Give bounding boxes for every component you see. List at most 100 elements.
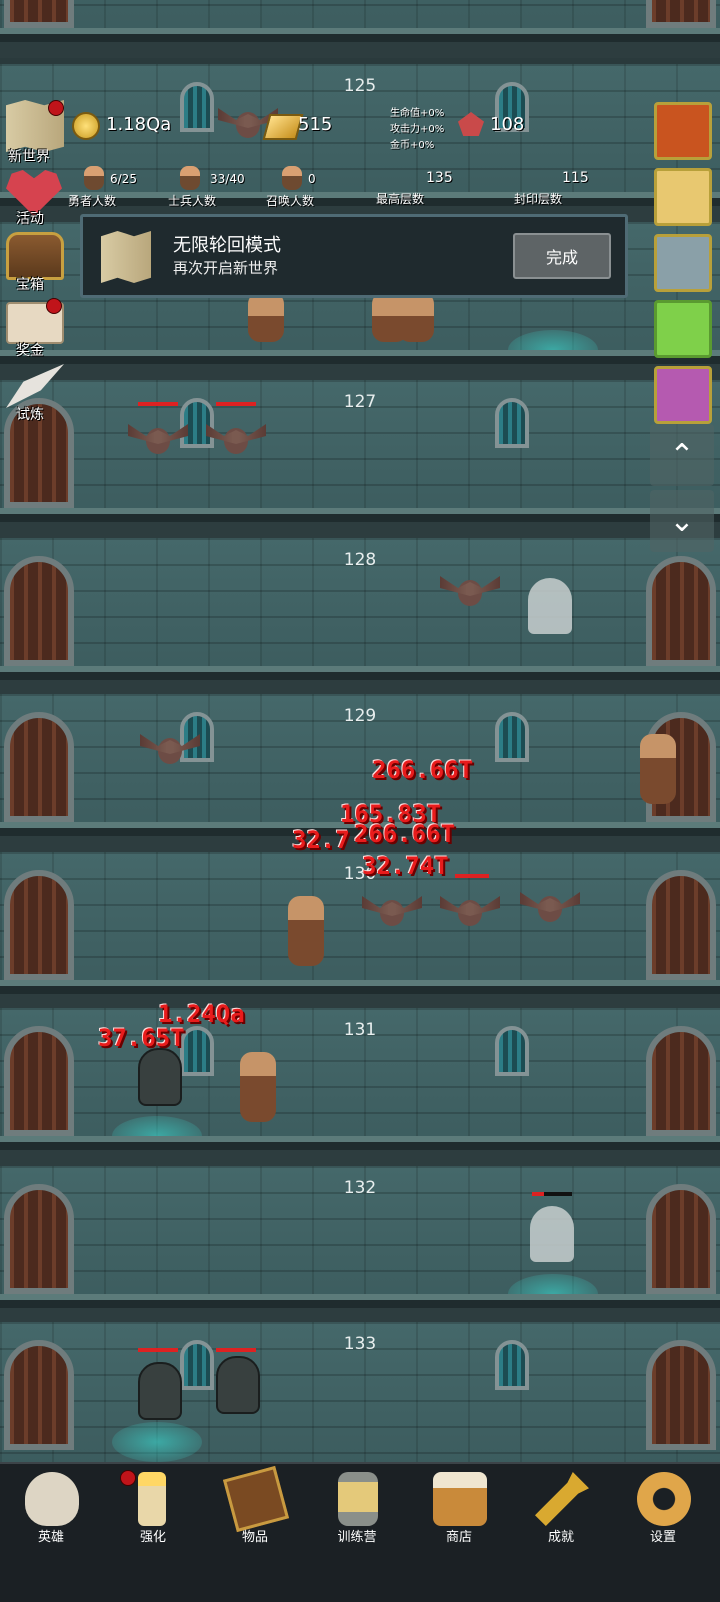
damage-number: 32.7: [292, 826, 350, 854]
slime-card[interactable]: [654, 300, 712, 358]
chevron-down-icon: ⌄: [669, 503, 695, 539]
bottom-nav: 英雄 强化 物品 训练营 商店 成就 设置: [0, 1462, 720, 1602]
tab-heroes[interactable]: 英雄: [0, 1464, 102, 1545]
door: [4, 0, 74, 28]
notification-dot: [48, 100, 64, 116]
candle-card[interactable]: [654, 168, 712, 226]
floor-ledge: [0, 666, 720, 696]
tab-achievements[interactable]: 成就: [510, 1464, 612, 1545]
hero-count: 6/25: [110, 172, 137, 186]
seal-floor-label: 封印层数: [514, 192, 563, 206]
menu-trial[interactable]: 试炼: [16, 404, 44, 424]
summon-count-label: 召唤人数: [266, 194, 315, 208]
floor-132: 132: [0, 1166, 720, 1324]
floor-ledge: [0, 1294, 720, 1324]
door: [4, 870, 74, 980]
bat-enemy: [440, 892, 500, 932]
hero-character: [248, 292, 284, 342]
door: [4, 556, 74, 666]
hero-character: [240, 1052, 276, 1122]
summon-count: 0: [308, 172, 316, 186]
chest-icon[interactable]: [6, 232, 64, 280]
damage-number: 37.65T: [98, 1024, 185, 1052]
window: [495, 398, 529, 448]
candle-icon: [138, 1472, 166, 1526]
menu-new-world[interactable]: 新世界: [8, 146, 50, 166]
toast-title: 无限轮回模式: [173, 235, 281, 256]
lantern-icon: [338, 1472, 378, 1526]
gem-amount: 108: [490, 114, 525, 135]
floor-number: 130: [343, 864, 377, 884]
bat-enemy: [362, 892, 422, 932]
hooded-enemy: [138, 1048, 182, 1106]
hero-character: [288, 896, 324, 966]
door: [646, 1184, 716, 1294]
damage-number: 32.74T: [362, 852, 449, 880]
key-icon: [535, 1472, 589, 1526]
damage-number: 266.66T: [354, 820, 456, 848]
max-floor-label: 最高层数: [376, 192, 425, 206]
window: [180, 82, 214, 132]
bat-enemy: [128, 420, 188, 460]
ghost-enemy: [528, 578, 572, 634]
complete-button[interactable]: 完成: [513, 233, 611, 279]
damage-number: 266.66T: [372, 756, 474, 784]
coin-icon: [72, 112, 100, 140]
menu-events[interactable]: 活动: [16, 208, 44, 228]
door: [4, 1026, 74, 1136]
hooded-enemy: [216, 1356, 260, 1414]
hero-count-icon: [84, 166, 104, 190]
bat-enemy: [140, 730, 200, 770]
book-icon: [222, 1465, 290, 1533]
door: [4, 1340, 74, 1450]
floor-ledge: [0, 980, 720, 1010]
door: [4, 712, 74, 822]
bat-enemy: [440, 572, 500, 612]
window: [495, 1026, 529, 1076]
floor-ledge: [0, 1136, 720, 1166]
enemy-hp-bar: [455, 874, 489, 878]
bonus-attack: 攻击力+0%: [390, 124, 445, 135]
soldier-count: 33/40: [210, 172, 245, 186]
skull-icon: [25, 1472, 79, 1526]
tab-shop[interactable]: 商店: [408, 1464, 510, 1545]
enemy-hp-bar: [216, 1348, 256, 1352]
floor-133: 133: [0, 1322, 720, 1480]
floor-top-partial: [0, 0, 720, 58]
bat-enemy: [520, 888, 580, 928]
soldier-count-icon: [180, 166, 200, 190]
floor-ledge: [0, 350, 720, 380]
tab-training-camp[interactable]: 训练营: [306, 1464, 408, 1545]
tab-upgrade[interactable]: 强化: [102, 1464, 204, 1545]
menu-chest[interactable]: 宝箱: [16, 274, 44, 294]
seal-floor: 115: [562, 170, 589, 186]
tab-items[interactable]: 物品: [204, 1464, 306, 1545]
meat-card[interactable]: [654, 234, 712, 292]
enemy-hp-bar: [532, 1192, 572, 1196]
floor-number: 129: [343, 706, 377, 726]
gear-icon: [637, 1472, 691, 1526]
tab-settings[interactable]: 设置: [612, 1464, 714, 1545]
hooded-enemy: [138, 1362, 182, 1420]
notification-dot: [46, 298, 62, 314]
window: [495, 712, 529, 762]
gold-bar-amount: 515: [298, 114, 333, 135]
floor-number: 128: [343, 550, 377, 570]
floor-number: 127: [343, 392, 377, 412]
bonus-hp: 生命值+0%: [390, 108, 445, 119]
door: [646, 0, 716, 28]
scroll-up-button[interactable]: ⌃: [650, 424, 714, 486]
floor-ledge: [0, 508, 720, 538]
apple-card[interactable]: [654, 102, 712, 160]
toast-subtitle: 再次开启新世界: [173, 259, 279, 277]
enemy-hp-bar: [216, 402, 256, 406]
menu-bonus[interactable]: 奖金: [16, 340, 44, 360]
door: [646, 556, 716, 666]
floor-number: 132: [343, 1178, 377, 1198]
map-icon: [101, 231, 151, 283]
floor-130: 130: [0, 852, 720, 1010]
mug-icon: [433, 1472, 487, 1526]
coin-amount: 1.18Qa: [106, 114, 172, 135]
hero-card[interactable]: [654, 366, 712, 424]
scroll-down-button[interactable]: ⌄: [650, 490, 714, 552]
